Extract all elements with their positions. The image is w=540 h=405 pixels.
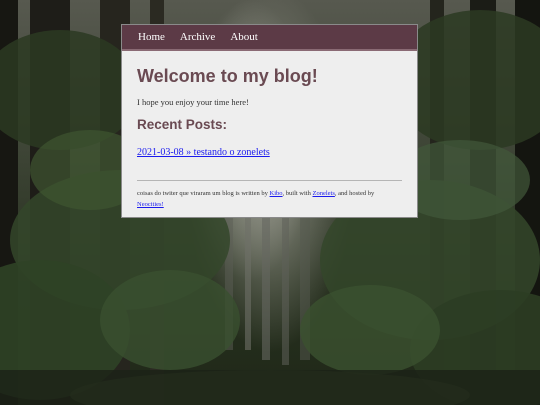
- recent-posts-list: 2021-03-08 » testando o zonelets: [137, 142, 402, 160]
- footer-text: , and hosted by: [334, 190, 375, 197]
- nav-archive-link[interactable]: Archive: [180, 31, 215, 43]
- neocities-link[interactable]: Neocities!: [137, 201, 164, 208]
- intro-text: I hope you enjoy your time here!: [137, 97, 249, 107]
- top-nav: Home Archive About: [122, 25, 417, 51]
- footer: coisas do twiter que viraram um blog is …: [137, 189, 402, 210]
- nav-home-link[interactable]: Home: [138, 31, 165, 43]
- zonelets-link[interactable]: Zonelets: [313, 190, 335, 197]
- post-link[interactable]: 2021-03-08 » testando o zonelets: [137, 147, 270, 158]
- footer-text: coisas do twiter que viraram um blog is …: [137, 190, 270, 197]
- page-title: Welcome to my blog!: [137, 66, 318, 86]
- nav-about-link[interactable]: About: [230, 31, 258, 43]
- blog-card: Home Archive About Welcome to my blog! I…: [121, 24, 418, 218]
- footer-text: , built with: [282, 190, 313, 197]
- recent-posts-heading: Recent Posts:: [137, 117, 228, 132]
- footer-divider: [137, 180, 402, 181]
- main-content: Welcome to my blog! I hope you enjoy you…: [122, 65, 417, 210]
- author-link[interactable]: Kibo: [270, 190, 283, 197]
